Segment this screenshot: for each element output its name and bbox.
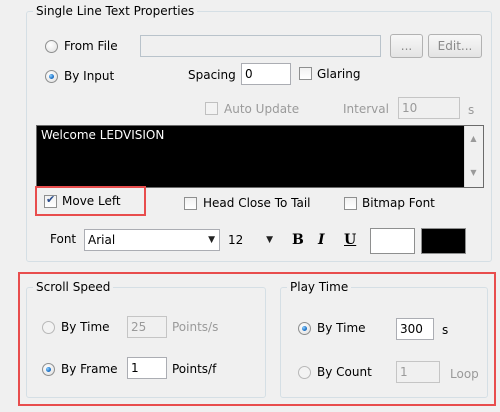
play-by-time-unit: s (442, 323, 449, 337)
font-size-value: 12 (228, 233, 244, 247)
edit-button[interactable]: Edit... (428, 34, 482, 58)
font-size-select[interactable]: 12 ▼ (224, 229, 278, 251)
text-content-value: Welcome LEDVISION (41, 128, 165, 142)
speed-by-frame-input[interactable]: 1 (127, 357, 167, 379)
from-file-radio[interactable] (45, 40, 58, 53)
font-dropdown-arrow-icon: ▼ (208, 235, 215, 245)
text-content-area[interactable]: Welcome LEDVISION (36, 125, 484, 188)
bitmap-font-checkbox[interactable] (344, 197, 357, 210)
interval-unit-label: s (468, 103, 475, 117)
underline-button[interactable]: U (344, 231, 356, 249)
file-path-input[interactable] (140, 35, 381, 57)
by-input-radio[interactable] (45, 70, 58, 83)
bitmap-font-label: Bitmap Font (362, 196, 435, 210)
auto-update-label: Auto Update (224, 102, 300, 116)
head-close-to-tail-checkbox[interactable] (184, 197, 197, 210)
text-area-scrollbar[interactable]: ▲ ▼ (464, 126, 483, 187)
glaring-checkbox[interactable] (299, 67, 312, 80)
speed-by-time-radio[interactable] (42, 321, 55, 334)
interval-label: Interval (343, 102, 389, 116)
speed-by-frame-radio[interactable] (42, 363, 55, 376)
scroll-speed-group: Scroll Speed (26, 280, 266, 398)
font-select[interactable]: Arial ▼ (84, 229, 220, 251)
font-label: Font (50, 232, 77, 246)
speed-by-frame-unit: Points/f (172, 362, 217, 376)
font-size-dropdown-arrow-icon: ▼ (266, 235, 273, 245)
play-time-legend: Play Time (290, 280, 349, 294)
play-by-count-label: By Count (317, 365, 372, 379)
scroll-down-arrow-icon[interactable]: ▼ (465, 168, 482, 177)
play-by-time-radio[interactable] (298, 322, 311, 335)
glaring-label: Glaring (317, 67, 361, 81)
interval-input[interactable]: 10 (398, 97, 460, 119)
foreground-color-swatch[interactable] (370, 228, 415, 254)
auto-update-checkbox[interactable] (205, 102, 218, 115)
from-file-label: From File (64, 39, 118, 53)
browse-button[interactable]: ... (390, 34, 423, 58)
by-input-label: By Input (64, 69, 115, 83)
bold-button[interactable]: B (292, 231, 304, 249)
play-by-time-input[interactable]: 300 (396, 318, 434, 340)
spacing-label: Spacing (188, 68, 236, 82)
play-by-time-label: By Time (317, 321, 366, 335)
background-color-swatch[interactable] (421, 228, 466, 254)
speed-by-time-input[interactable]: 25 (127, 316, 167, 338)
play-by-count-input[interactable]: 1 (396, 361, 440, 383)
scroll-speed-legend: Scroll Speed (36, 280, 111, 294)
spacing-input[interactable]: 0 (241, 63, 291, 85)
speed-by-frame-label: By Frame (61, 362, 118, 376)
single-line-group-legend: Single Line Text Properties (36, 4, 195, 18)
speed-by-time-label: By Time (61, 320, 110, 334)
scroll-up-arrow-icon[interactable]: ▲ (465, 134, 482, 143)
italic-button[interactable]: I (318, 231, 325, 249)
play-by-count-unit: Loop (450, 367, 479, 381)
head-close-to-tail-label: Head Close To Tail (203, 196, 311, 210)
speed-by-time-unit: Points/s (172, 320, 219, 334)
play-by-count-radio[interactable] (298, 366, 311, 379)
font-select-value: Arial (88, 233, 116, 247)
move-left-highlight (35, 186, 146, 216)
